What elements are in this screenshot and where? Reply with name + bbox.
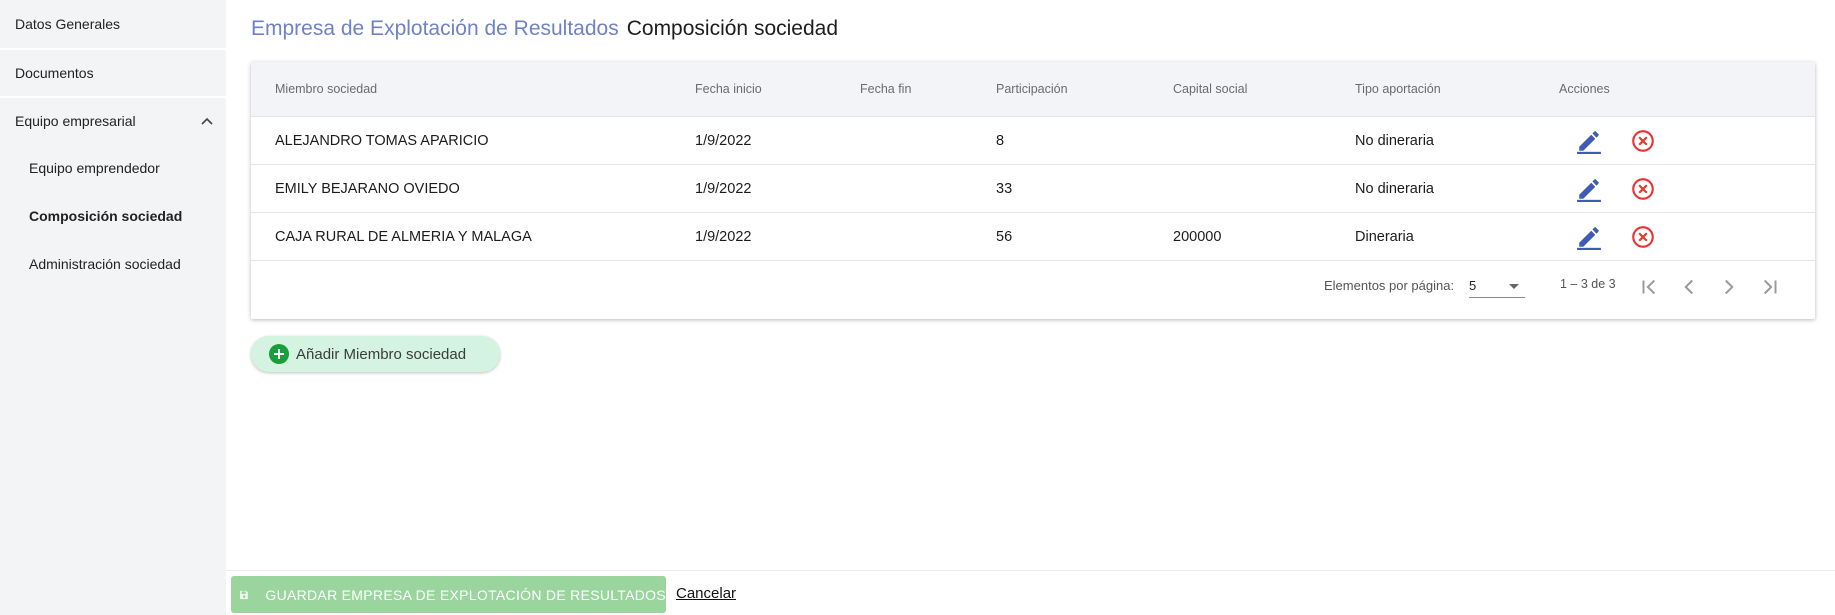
table-row[interactable]: ALEJANDRO TOMAS APARICIO 1/9/2022 8 No d… <box>251 117 1815 165</box>
sidebar: Datos Generales Documentos Equipo empres… <box>0 0 226 615</box>
cell-participacion: 33 <box>996 181 1013 197</box>
cell-tipo-aportacion: No dineraria <box>1355 181 1434 197</box>
column-header-fecha-fin[interactable]: Fecha fin <box>860 82 911 96</box>
column-header-fecha-inicio[interactable]: Fecha inicio <box>695 82 762 96</box>
add-member-button[interactable]: Añadir Miembro sociedad <box>251 336 500 372</box>
first-page-icon[interactable] <box>1637 274 1663 300</box>
page-heading: Composición sociedad <box>626 17 839 40</box>
page-range-label: 1 – 3 de 3 <box>1560 277 1616 291</box>
previous-page-icon[interactable] <box>1676 274 1702 300</box>
table-header: Miembro sociedad Fecha inicio Fecha fin … <box>251 62 1815 117</box>
cell-participacion: 8 <box>996 133 1005 149</box>
cell-fecha-inicio: 1/9/2022 <box>695 229 752 245</box>
cancel-circle-icon[interactable] <box>1630 176 1656 202</box>
sidebar-item-datos-generales[interactable]: Datos Generales <box>0 0 226 48</box>
sidebar-item-label: Administración sociedad <box>29 256 181 272</box>
sidebar-item-administracion-sociedad[interactable]: Administración sociedad <box>0 240 226 288</box>
cancel-circle-icon[interactable] <box>1630 224 1656 250</box>
main-content: Empresa de Explotación de Resultados Comp… <box>226 0 1835 570</box>
paginator: Elementos por página: 5 1 – 3 de 3 <box>251 255 1815 319</box>
breadcrumb-entity[interactable]: Empresa de Explotación de Resultados <box>251 17 619 40</box>
table-row[interactable]: EMILY BEJARANO OVIEDO 1/9/2022 33 No din… <box>251 165 1815 213</box>
pencil-icon[interactable] <box>1576 224 1602 250</box>
cell-tipo-aportacion: Dineraria <box>1355 229 1414 245</box>
table-row[interactable]: CAJA RURAL DE ALMERIA Y MALAGA 1/9/2022 … <box>251 213 1815 261</box>
sidebar-item-label: Documentos <box>15 65 94 81</box>
column-header-acciones: Acciones <box>1559 82 1610 96</box>
page-size-label: Elementos por página: <box>1324 278 1455 293</box>
cancel-link[interactable]: Cancelar <box>676 585 736 602</box>
column-header-capital-social[interactable]: Capital social <box>1173 82 1247 96</box>
cell-participacion: 56 <box>996 229 1013 245</box>
chevron-up-icon[interactable] <box>200 114 214 128</box>
sidebar-item-label: Datos Generales <box>15 16 121 32</box>
sidebar-item-documentos[interactable]: Documentos <box>0 48 226 96</box>
page-size-select[interactable]: 5 <box>1469 276 1525 298</box>
cell-fecha-inicio: 1/9/2022 <box>695 133 752 149</box>
last-page-icon[interactable] <box>1756 274 1782 300</box>
pencil-icon[interactable] <box>1576 128 1602 154</box>
column-header-tipo-aportacion[interactable]: Tipo aportación <box>1355 82 1441 96</box>
page-size-value: 5 <box>1469 278 1477 293</box>
cell-tipo-aportacion: No dineraria <box>1355 133 1434 149</box>
sidebar-item-equipo-empresarial[interactable]: Equipo empresarial <box>0 96 226 144</box>
cell-miembro: EMILY BEJARANO OVIEDO <box>275 181 460 197</box>
cell-fecha-inicio: 1/9/2022 <box>695 181 752 197</box>
pencil-icon[interactable] <box>1576 176 1602 202</box>
sidebar-item-label: Equipo emprendedor <box>29 160 160 176</box>
sidebar-item-label: Composición sociedad <box>29 208 183 224</box>
save-button-label: GUARDAR EMPRESA DE EXPLOTACIÓN DE RESULT… <box>265 586 666 603</box>
chevron-down-icon <box>1509 284 1519 289</box>
column-header-participacion[interactable]: Participación <box>996 82 1068 96</box>
sidebar-item-equipo-emprendedor[interactable]: Equipo emprendedor <box>0 144 226 192</box>
cell-miembro: CAJA RURAL DE ALMERIA Y MALAGA <box>275 229 532 245</box>
save-button[interactable]: GUARDAR EMPRESA DE EXPLOTACIÓN DE RESULT… <box>231 576 666 613</box>
footer-actions: GUARDAR EMPRESA DE EXPLOTACIÓN DE RESULT… <box>226 570 1835 615</box>
members-table-card: Miembro sociedad Fecha inicio Fecha fin … <box>251 62 1815 319</box>
next-page-icon[interactable] <box>1716 274 1742 300</box>
sidebar-item-label: Equipo empresarial <box>15 113 136 129</box>
column-header-miembro[interactable]: Miembro sociedad <box>275 82 377 96</box>
sidebar-item-composicion-sociedad[interactable]: Composición sociedad <box>0 192 226 240</box>
cancel-circle-icon[interactable] <box>1630 128 1656 154</box>
plus-circle-icon <box>269 344 289 364</box>
cell-capital-social: 200000 <box>1173 229 1222 245</box>
cell-miembro: ALEJANDRO TOMAS APARICIO <box>275 133 489 149</box>
page-title: Empresa de Explotación de Resultados Comp… <box>251 17 838 41</box>
add-member-label: Añadir Miembro sociedad <box>296 345 467 363</box>
floppy-disk-icon <box>240 590 248 599</box>
